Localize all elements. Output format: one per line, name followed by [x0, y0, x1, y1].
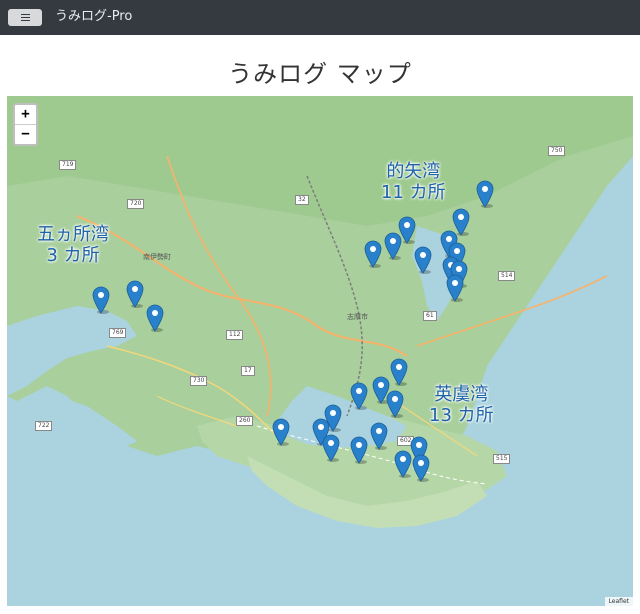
zoom-in-button[interactable]: + — [15, 105, 36, 124]
map-pin-icon — [350, 436, 368, 464]
route-marker: 61 — [423, 311, 437, 321]
brand-title[interactable]: うみログ-Pro — [55, 8, 132, 26]
route-marker: 112 — [226, 330, 244, 340]
route-marker: 514 — [498, 271, 516, 281]
map-marker[interactable] — [384, 232, 402, 260]
map-marker[interactable] — [386, 390, 404, 418]
bay-label-ago: 英虞湾 13 カ所 — [429, 384, 494, 426]
map-marker[interactable] — [412, 454, 430, 482]
map-pin-icon — [384, 232, 402, 260]
map-pin-icon — [412, 454, 430, 482]
route-marker: 769 — [109, 328, 127, 338]
map-marker[interactable] — [390, 358, 408, 386]
menu-toggle-button[interactable] — [8, 9, 42, 26]
bay-count: 3 カ所 — [46, 245, 100, 266]
map-tiles — [7, 96, 633, 606]
map-pin-icon — [446, 274, 464, 302]
map-pin-icon — [364, 240, 382, 268]
bay-name: 五ヵ所湾 — [37, 224, 109, 245]
map-marker[interactable] — [370, 422, 388, 450]
map-pin-icon — [322, 434, 340, 462]
map-pin-icon — [146, 304, 164, 332]
map-pin-icon — [350, 382, 368, 410]
place-label-shima: 志摩市 — [347, 313, 368, 321]
map-marker[interactable] — [322, 434, 340, 462]
hamburger-icon — [20, 14, 30, 21]
map-marker[interactable] — [476, 180, 494, 208]
route-marker: 722 — [35, 421, 53, 431]
bay-count: 13 カ所 — [429, 405, 494, 426]
map-marker[interactable] — [364, 240, 382, 268]
map-pin-icon — [476, 180, 494, 208]
map-pin-icon — [126, 280, 144, 308]
route-marker: 260 — [236, 416, 254, 426]
map-pin-icon — [272, 418, 290, 446]
bay-count: 11 カ所 — [381, 182, 446, 203]
page-title: うみログ マップ — [228, 60, 412, 88]
map-pin-icon — [386, 390, 404, 418]
route-marker: 720 — [127, 199, 145, 209]
zoom-out-button[interactable]: − — [15, 124, 36, 144]
zoom-control: + − — [13, 103, 38, 146]
route-marker: 17 — [241, 366, 255, 376]
map-marker[interactable] — [394, 450, 412, 478]
route-marker: 730 — [190, 376, 208, 386]
bay-label-matoya: 的矢湾 11 カ所 — [381, 161, 446, 203]
map-pin-icon — [394, 450, 412, 478]
map-pin-icon — [390, 358, 408, 386]
route-marker: 750 — [548, 146, 566, 156]
route-marker: 515 — [493, 454, 511, 464]
map-pin-icon — [370, 422, 388, 450]
map-pin-icon — [92, 286, 110, 314]
map-marker[interactable] — [350, 436, 368, 464]
map-marker[interactable] — [146, 304, 164, 332]
map-view[interactable]: + − 南伊勢町 志摩市 719 720 32 750 514 61 769 1… — [7, 96, 633, 606]
navbar: うみログ-Pro — [0, 0, 640, 35]
route-marker: 32 — [295, 195, 309, 205]
map-marker[interactable] — [414, 246, 432, 274]
map-marker[interactable] — [272, 418, 290, 446]
map-pin-icon — [414, 246, 432, 274]
route-marker: 719 — [59, 160, 77, 170]
attribution-link[interactable]: Leaflet — [604, 597, 633, 606]
bay-label-gokasho: 五ヵ所湾 3 カ所 — [37, 224, 109, 266]
place-label-nanseicho: 南伊勢町 — [143, 253, 171, 261]
bay-name: 英虞湾 — [434, 384, 489, 405]
map-marker[interactable] — [446, 274, 464, 302]
map-marker[interactable] — [92, 286, 110, 314]
map-marker[interactable] — [126, 280, 144, 308]
map-marker[interactable] — [350, 382, 368, 410]
bay-name: 的矢湾 — [386, 161, 441, 182]
